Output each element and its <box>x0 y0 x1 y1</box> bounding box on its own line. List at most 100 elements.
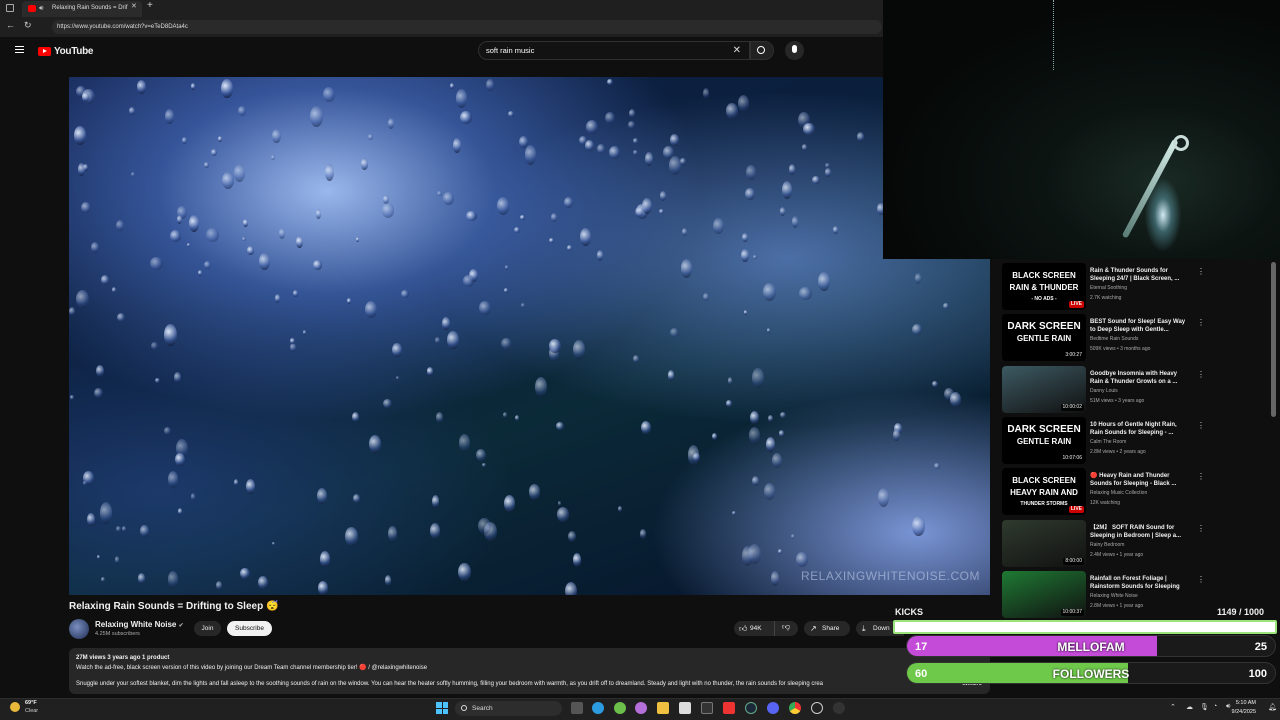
address-bar[interactable]: https://www.youtube.com/watch?v=eTeD8DAt… <box>52 20 882 34</box>
close-tab-icon[interactable]: ✕ <box>131 2 137 10</box>
more-options-icon[interactable]: ⋮ <box>1197 370 1205 379</box>
join-button[interactable]: Join <box>194 621 221 636</box>
video-thumbnail[interactable]: BLACK SCREEN RAIN & THUNDER - NO ADS - LIVE <box>1002 263 1086 310</box>
duration-badge: 8:00:00 <box>1063 557 1084 565</box>
clock-time[interactable]: 5:10 AM <box>1236 700 1256 706</box>
video-thumbnail[interactable]: 10:00:37 <box>1002 570 1086 618</box>
microphone-tray-icon[interactable]: 🎙︎ <box>1200 703 1209 711</box>
sidebar-video-item[interactable]: BLACK SCREEN HEAVY RAIN AND THUNDER STORMS… <box>1002 468 1272 516</box>
browser-tab[interactable]: 🔊︎ Relaxing Rain Sounds = Drif <box>22 1 142 17</box>
xbox-icon[interactable] <box>614 702 626 714</box>
youtube-logo[interactable]: YouTube <box>38 44 94 58</box>
duration-badge: 10:00:37 <box>1060 608 1084 616</box>
sidebar-scrollbar[interactable] <box>1271 262 1276 417</box>
sidebar-channel-name[interactable]: Rainy Bedroom <box>1090 542 1124 548</box>
clear-search-icon[interactable]: ✕ <box>733 42 741 59</box>
more-options-icon[interactable]: ⋮ <box>1197 524 1205 533</box>
discord-icon[interactable] <box>767 702 779 714</box>
obs-icon[interactable] <box>811 702 823 714</box>
sidebar-channel-name[interactable]: Bedtime Rain Sounds <box>1090 336 1138 342</box>
windows-start-icon[interactable] <box>436 702 448 714</box>
sidebar-video-title[interactable]: Rain & Thunder Sounds for Sleeping 24/7 … <box>1090 267 1190 283</box>
channel-name[interactable]: Relaxing White Noise ✔ <box>95 620 184 629</box>
dislike-button[interactable]: 👎︎ <box>774 621 798 636</box>
more-options-icon[interactable]: ⋮ <box>1197 421 1205 430</box>
weather-icon[interactable] <box>10 702 20 712</box>
sidebar-video-item[interactable]: DARK SCREEN GENTLE RAIN 10:07:06 10 Hours o… <box>1002 416 1272 464</box>
volume-icon[interactable]: 🔊︎ <box>1226 703 1230 711</box>
video-thumbnail[interactable]: 8:00:00 <box>1002 519 1086 567</box>
sidebar-video-title[interactable]: Goodbye Insomnia with Heavy Rain & Thund… <box>1090 370 1190 386</box>
edge-browser-icon[interactable] <box>592 702 604 714</box>
youtube-app-icon[interactable] <box>723 702 735 714</box>
video-thumbnail[interactable]: 10:00:02 <box>1002 365 1086 413</box>
sidebar-video-title[interactable]: 【2M】 SOFT RAIN Sound for Sleeping in Bed… <box>1090 524 1190 540</box>
sidebar-channel-name[interactable]: Eternal Soothing <box>1090 285 1127 291</box>
thumbnail-subheading: GENTLE RAIN <box>1016 436 1072 446</box>
video-player[interactable]: RELAXINGWHITENOISE.COM <box>69 77 990 595</box>
video-thumbnail[interactable]: DARK SCREEN GENTLE RAIN 10:07:06 <box>1002 416 1086 464</box>
tray-chevron-icon[interactable]: ⌃ <box>1170 703 1176 711</box>
subscribe-button[interactable]: Subscribe <box>227 621 272 636</box>
followers-target: 100 <box>1248 668 1267 680</box>
sidebar-channel-name[interactable]: Danny Louis <box>1090 388 1118 394</box>
refresh-icon[interactable]: ↻ <box>24 20 32 31</box>
sidebar-video-title[interactable]: BEST Sound for Sleep! Easy Way to Deep S… <box>1090 318 1190 334</box>
app-icon[interactable] <box>833 702 845 714</box>
verified-icon: ✔ <box>178 623 184 629</box>
clock-date[interactable]: 9/24/2025 <box>1232 709 1256 715</box>
more-options-icon[interactable]: ⋮ <box>1197 472 1205 481</box>
channel-avatar[interactable] <box>69 619 89 639</box>
share-button[interactable]: ↗ Share <box>804 621 850 636</box>
wifi-icon[interactable]: ◔ <box>1213 703 1217 710</box>
more-options-icon[interactable]: ⋮ <box>1197 575 1205 584</box>
like-count: 94K <box>750 625 762 632</box>
sidebar-video-item[interactable]: BLACK SCREEN RAIN & THUNDER - NO ADS - LIVE… <box>1002 263 1272 310</box>
thumbnail-heading: BLACK SCREEN <box>1012 476 1076 486</box>
sidebar-video-title[interactable]: Rainfall on Forest Foliage | Rainstorm S… <box>1090 575 1190 591</box>
taskbar-search[interactable]: Search <box>455 701 562 716</box>
sidebar-channel-name[interactable]: Relaxing Music Collection <box>1090 490 1147 496</box>
steam-icon[interactable] <box>745 702 757 714</box>
chrome-icon[interactable] <box>789 702 801 714</box>
network-icon[interactable]: ☁ <box>1186 703 1193 711</box>
voice-search-button[interactable] <box>785 41 804 60</box>
thumbnail-subheading: GENTLE RAIN <box>1016 334 1072 344</box>
description-meta: 27M views 3 years ago 1 product <box>76 655 170 661</box>
sidebar-video-item[interactable]: 8:00:00 【2M】 SOFT RAIN Sound for Sleeping… <box>1002 519 1272 567</box>
download-icon: ⤓ <box>862 624 866 633</box>
weather-temperature[interactable]: 69°F <box>25 700 37 706</box>
download-label: Down <box>873 625 890 632</box>
video-thumbnail[interactable]: DARK SCREEN GENTLE RAIN 3:00:27 <box>1002 314 1086 362</box>
amazon-icon[interactable] <box>701 702 713 714</box>
sidebar-video-item[interactable]: DARK SCREEN GENTLE RAIN 3:00:27 BEST Sound … <box>1002 314 1272 362</box>
video-thumbnail[interactable]: BLACK SCREEN HEAVY RAIN AND THUNDER STORMS… <box>1002 468 1086 516</box>
menu-icon[interactable] <box>15 46 24 53</box>
sidebar-video-title[interactable]: 🔴 Heavy Rain and Thunder Sounds for Slee… <box>1090 472 1190 488</box>
new-tab-icon[interactable]: + <box>147 0 153 11</box>
more-options-icon[interactable]: ⋮ <box>1197 267 1205 276</box>
speaker-icon[interactable]: 🔊︎ <box>39 1 43 16</box>
desk-lamp-joint <box>1173 135 1189 151</box>
subscriber-count: 4.25M subscribers <box>95 631 140 637</box>
video-description[interactable]: 27M views 3 years ago 1 product Watch th… <box>69 648 990 694</box>
more-options-icon[interactable]: ⋮ <box>1197 318 1205 327</box>
sidebar-video-title[interactable]: 10 Hours of Gentle Night Rain, Rain Soun… <box>1090 421 1190 437</box>
thumbnail-heading: DARK SCREEN <box>1007 423 1081 435</box>
search-input[interactable]: soft rain music ✕ <box>478 41 750 60</box>
like-button[interactable]: 👍︎ 94K <box>734 621 774 636</box>
sidebar-video-meta: 51M views • 3 years ago <box>1090 397 1145 404</box>
tab-list-icon[interactable] <box>6 4 14 12</box>
file-explorer-icon[interactable] <box>657 702 669 714</box>
sidebar-channel-name[interactable]: Calm The Room <box>1090 439 1126 445</box>
sidebar-channel-name[interactable]: Relaxing White Noise <box>1090 593 1138 599</box>
task-view-icon[interactable] <box>571 702 583 714</box>
back-icon[interactable]: ← <box>6 20 15 30</box>
weather-condition[interactable]: Clear <box>25 708 38 714</box>
live-badge: LIVE <box>1068 301 1084 308</box>
search-button[interactable] <box>750 41 774 60</box>
sidebar-video-item[interactable]: 10:00:02 Goodbye Insomnia with Heavy Rain… <box>1002 365 1272 413</box>
copilot-icon[interactable] <box>635 702 647 714</box>
store-icon[interactable] <box>679 702 691 714</box>
notification-bell-icon[interactable]: 🔔︎ <box>1268 703 1277 711</box>
